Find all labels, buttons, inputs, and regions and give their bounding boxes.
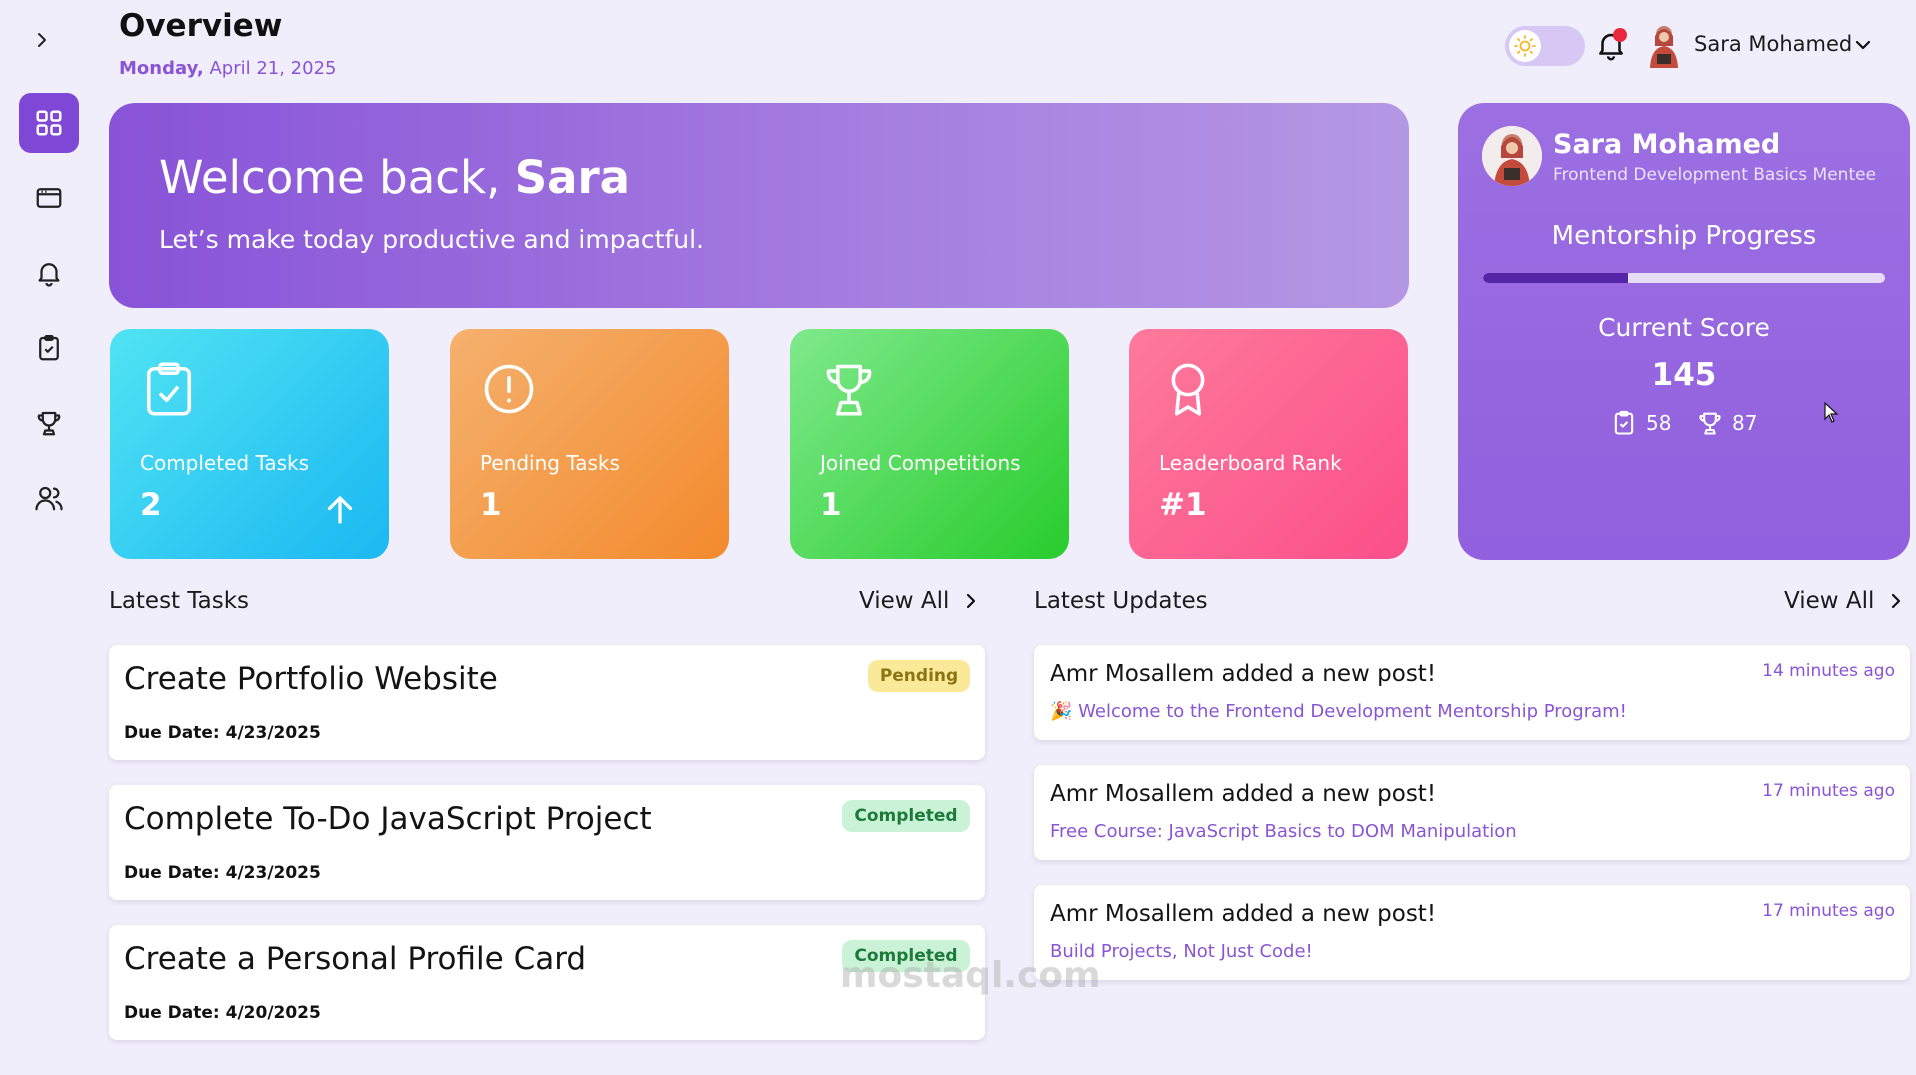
- chevron-down-icon[interactable]: [1853, 35, 1873, 55]
- view-all-label: View All: [859, 588, 950, 614]
- arrow-up-icon: [327, 496, 353, 524]
- trophy-icon: [826, 364, 872, 416]
- welcome-banner: Welcome back, Sara Let’s make today prod…: [109, 103, 1409, 308]
- status-badge: Completed: [842, 800, 970, 832]
- tasks-view-all-link[interactable]: View All: [859, 588, 979, 614]
- view-all-label: View All: [1784, 588, 1875, 614]
- page-title: Overview: [119, 8, 283, 44]
- update-text: Free Course: JavaScript Basics to DOM Ma…: [1050, 821, 1517, 842]
- trophy-icon: [37, 411, 61, 436]
- page-date: Monday, April 21, 2025: [119, 58, 337, 79]
- clipboard-check-icon: [1614, 410, 1634, 435]
- avatar[interactable]: [1643, 22, 1685, 70]
- status-badge: Pending: [868, 660, 970, 692]
- clipboard-check-icon: [39, 335, 59, 361]
- notification-badge-dot: [1613, 28, 1627, 42]
- theme-toggle[interactable]: [1505, 26, 1585, 66]
- profile-name: Sara Mohamed: [1553, 129, 1781, 160]
- competition-points-value: 87: [1732, 411, 1758, 435]
- stat-card-completed-tasks[interactable]: Completed Tasks 2: [110, 329, 389, 559]
- profile-role: Frontend Development Basics Mentee: [1553, 165, 1877, 185]
- welcome-title: Welcome back, Sara: [159, 151, 630, 204]
- latest-updates-title: Latest Updates: [1034, 588, 1208, 614]
- sidebar-item-browser[interactable]: [19, 168, 79, 228]
- mentorship-progress-title: Mentorship Progress: [1551, 221, 1817, 251]
- stat-label: Completed Tasks: [140, 451, 310, 475]
- bell-icon: [38, 263, 60, 287]
- header-user-name[interactable]: Sara Mohamed: [1694, 32, 1852, 56]
- alert-circle-icon: [484, 364, 534, 414]
- award-ribbon-icon: [1171, 363, 1205, 416]
- tasks-points: 58: [1610, 408, 1671, 438]
- sidebar-item-competitions[interactable]: [19, 393, 79, 453]
- mentorship-progress-bar: [1483, 273, 1885, 283]
- competition-points: 87: [1696, 408, 1757, 438]
- current-score-title: Current Score: [1598, 313, 1770, 342]
- update-card[interactable]: Amr Mosallem added a new post! Build Pro…: [1034, 885, 1910, 980]
- update-card[interactable]: Amr Mosallem added a new post! Free Cour…: [1034, 765, 1910, 860]
- stat-label: Leaderboard Rank: [1159, 451, 1342, 475]
- chevron-right-icon: [967, 593, 976, 609]
- clipboard-check-icon: [146, 362, 192, 416]
- tasks-points-value: 58: [1646, 411, 1672, 435]
- welcome-subtitle: Let’s make today productive and impactfu…: [159, 225, 704, 254]
- task-card[interactable]: Create Portfolio Website Due Date: 4/23/…: [109, 645, 985, 760]
- task-due-date: Due Date: 4/23/2025: [124, 863, 321, 883]
- update-time: 17 minutes ago: [1762, 901, 1895, 921]
- stat-value: #1: [1159, 487, 1207, 523]
- update-card[interactable]: Amr Mosallem added a new post! 🎉 Welcome…: [1034, 645, 1910, 740]
- chevron-right-icon: [38, 33, 46, 47]
- users-icon: [35, 486, 63, 511]
- sidebar-item-notifications[interactable]: [19, 243, 79, 303]
- task-title: Create a Personal Profile Card: [124, 941, 587, 977]
- task-due-date: Due Date: 4/20/2025: [124, 1003, 321, 1023]
- update-text: 🎉 Welcome to the Frontend Development Me…: [1050, 701, 1627, 722]
- stat-label: Joined Competitions: [820, 451, 1021, 475]
- window-icon: [36, 188, 62, 208]
- stat-card-leaderboard-rank[interactable]: Leaderboard Rank #1: [1129, 329, 1408, 559]
- mouse-cursor-icon: [1824, 402, 1839, 423]
- task-card[interactable]: Complete To-Do JavaScript Project Due Da…: [109, 785, 985, 900]
- update-title: Amr Mosallem added a new post!: [1050, 661, 1437, 687]
- sidebar-item-community[interactable]: [19, 468, 79, 528]
- update-time: 17 minutes ago: [1762, 781, 1895, 801]
- task-title: Complete To-Do JavaScript Project: [124, 801, 652, 837]
- stat-value: 1: [480, 487, 502, 523]
- stat-value: 1: [820, 487, 842, 523]
- latest-tasks-title: Latest Tasks: [109, 588, 250, 614]
- updates-view-all-link[interactable]: View All: [1784, 588, 1904, 614]
- update-time: 14 minutes ago: [1762, 661, 1895, 681]
- stat-value: 2: [140, 487, 162, 523]
- sidebar-item-tasks[interactable]: [19, 318, 79, 378]
- trophy-icon: [1699, 412, 1721, 435]
- sidebar-expand-toggle[interactable]: [30, 28, 54, 52]
- welcome-name: Sara: [514, 151, 631, 204]
- stat-label: Pending Tasks: [480, 451, 620, 475]
- welcome-greeting: Welcome back,: [159, 151, 515, 204]
- profile-panel: Sara Mohamed Frontend Development Basics…: [1458, 103, 1910, 560]
- profile-avatar: [1482, 126, 1542, 186]
- chevron-right-icon: [1892, 593, 1901, 609]
- sidebar-item-overview[interactable]: [19, 93, 79, 153]
- watermark: mostaql.com: [840, 955, 1101, 996]
- date-weekday: Monday,: [119, 58, 204, 79]
- stat-card-pending-tasks[interactable]: Pending Tasks 1: [450, 329, 729, 559]
- update-title: Amr Mosallem added a new post!: [1050, 901, 1437, 927]
- stat-card-joined-competitions[interactable]: Joined Competitions 1: [790, 329, 1069, 559]
- task-title: Create Portfolio Website: [124, 661, 498, 697]
- date-text: April 21, 2025: [203, 58, 337, 79]
- update-title: Amr Mosallem added a new post!: [1050, 781, 1437, 807]
- progress-bar-fill: [1483, 273, 1628, 283]
- sun-icon: [1509, 30, 1541, 62]
- grid-icon: [36, 110, 62, 136]
- task-due-date: Due Date: 4/23/2025: [124, 723, 321, 743]
- current-score-value: 145: [1651, 357, 1717, 393]
